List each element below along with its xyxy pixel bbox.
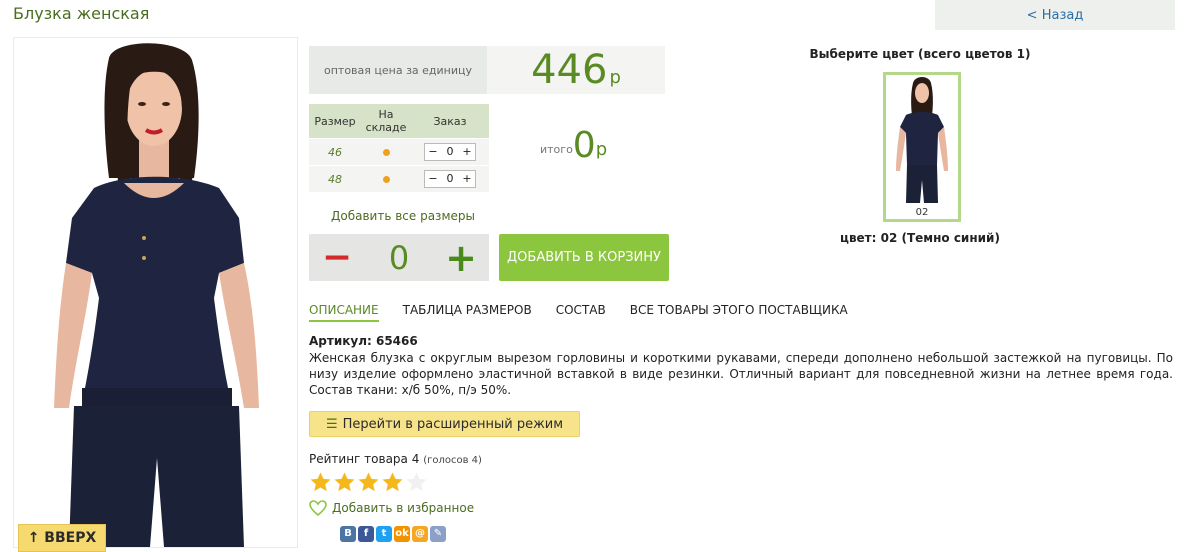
back-link[interactable]: < Назад xyxy=(935,0,1175,30)
selected-color: цвет: 02 (Темно синий) xyxy=(840,231,1000,245)
size-cell: 46 xyxy=(309,138,361,166)
facebook-icon[interactable]: f xyxy=(358,526,374,542)
vk-icon[interactable]: В xyxy=(340,526,356,542)
stock-header: На складе xyxy=(361,104,411,139)
tab-composition[interactable]: СОСТАВ xyxy=(556,303,606,322)
price-value: 446 xyxy=(531,47,608,93)
decrement-button[interactable]: − xyxy=(425,144,441,160)
color-thumbnail xyxy=(896,77,948,203)
total-currency: р xyxy=(595,139,608,160)
order-header: Заказ xyxy=(411,104,489,139)
product-description: Женская блузка с округлым вырезом горлов… xyxy=(309,351,1173,397)
main-decrement-button[interactable]: − xyxy=(309,236,365,280)
heart-icon xyxy=(309,500,327,516)
quantity-value[interactable]: 0 xyxy=(441,171,459,187)
color-code: 02 xyxy=(915,207,929,218)
stock-cell xyxy=(361,138,411,166)
product-photo xyxy=(13,37,298,548)
article-number: Артикул: 65466 xyxy=(309,334,418,348)
table-row: 48 − 0 + xyxy=(309,165,489,192)
stock-cell xyxy=(361,165,411,192)
rating-text: Рейтинг товара 4 (голосов 4) xyxy=(309,452,482,466)
rating-votes: (голосов 4) xyxy=(423,455,482,466)
add-to-cart-button[interactable]: ДОБАВИТЬ В КОРЗИНУ xyxy=(499,234,669,281)
mailru-icon[interactable]: @ xyxy=(412,526,428,542)
total-label: итого xyxy=(540,143,573,156)
rating-stars[interactable] xyxy=(309,471,429,494)
page-title: Блузка женская xyxy=(13,4,150,23)
total-value: 0 xyxy=(572,125,596,166)
star-filled-icon[interactable] xyxy=(357,471,380,494)
add-to-favorites[interactable]: Добавить в избранное xyxy=(309,500,474,516)
main-increment-button[interactable]: + xyxy=(433,236,489,280)
info-tabs: ОПИСАНИЕ ТАБЛИЦА РАЗМЕРОВ СОСТАВ ВСЕ ТОВ… xyxy=(309,303,872,322)
quantity-value[interactable]: 0 xyxy=(441,144,459,160)
order-total: итого 0 р xyxy=(540,128,607,164)
main-quantity-stepper: − 0 + xyxy=(309,234,489,281)
size-header: Размер xyxy=(309,104,361,139)
scroll-up-button[interactable]: ↑ ВВЕРХ xyxy=(18,524,106,552)
quantity-stepper: − 0 + xyxy=(424,170,476,188)
tab-supplier-products[interactable]: ВСЕ ТОВАРЫ ЭТОГО ПОСТАВЩИКА xyxy=(630,303,848,322)
tab-description[interactable]: ОПИСАНИЕ xyxy=(309,303,379,322)
social-share: В f t ok @ ✎ xyxy=(340,526,448,542)
star-filled-icon[interactable] xyxy=(333,471,356,494)
in-stock-dot-icon xyxy=(382,175,390,183)
odnoklassniki-icon[interactable]: ok xyxy=(394,526,410,542)
increment-button[interactable]: + xyxy=(459,171,475,187)
quantity-stepper: − 0 + xyxy=(424,143,476,161)
star-filled-icon[interactable] xyxy=(381,471,404,494)
main-quantity-value[interactable]: 0 xyxy=(389,239,409,277)
table-row: 46 − 0 + xyxy=(309,138,489,166)
favorites-label: Добавить в избранное xyxy=(332,501,475,515)
rating-label: Рейтинг товара 4 xyxy=(309,452,420,466)
sizes-table: Размер На складе Заказ 46 − 0 + 48 − 0 + xyxy=(309,104,489,192)
decrement-button[interactable]: − xyxy=(425,171,441,187)
add-all-sizes-link[interactable]: Добавить все размеры xyxy=(331,209,475,223)
order-cell: − 0 + xyxy=(411,138,489,166)
increment-button[interactable]: + xyxy=(459,144,475,160)
tab-size-chart[interactable]: ТАБЛИЦА РАЗМЕРОВ xyxy=(403,303,532,322)
in-stock-dot-icon xyxy=(382,148,390,156)
color-swatch[interactable]: 02 xyxy=(883,72,961,222)
twitter-icon[interactable]: t xyxy=(376,526,392,542)
star-filled-icon[interactable] xyxy=(309,471,332,494)
color-chooser-title: Выберите цвет (всего цветов 1) xyxy=(809,47,1031,61)
livejournal-icon[interactable]: ✎ xyxy=(430,526,446,542)
size-cell: 48 xyxy=(309,165,361,192)
order-cell: − 0 + xyxy=(411,165,489,192)
extended-mode-label: Перейти в расширенный режим xyxy=(342,416,564,432)
price-value-box: 446 р xyxy=(487,46,665,94)
star-empty-icon[interactable] xyxy=(405,471,428,494)
extended-mode-button[interactable]: ☰ Перейти в расширенный режим xyxy=(309,411,580,437)
price-label: оптовая цена за единицу xyxy=(309,46,487,94)
list-icon: ☰ xyxy=(325,416,338,432)
price-currency: р xyxy=(609,66,621,88)
